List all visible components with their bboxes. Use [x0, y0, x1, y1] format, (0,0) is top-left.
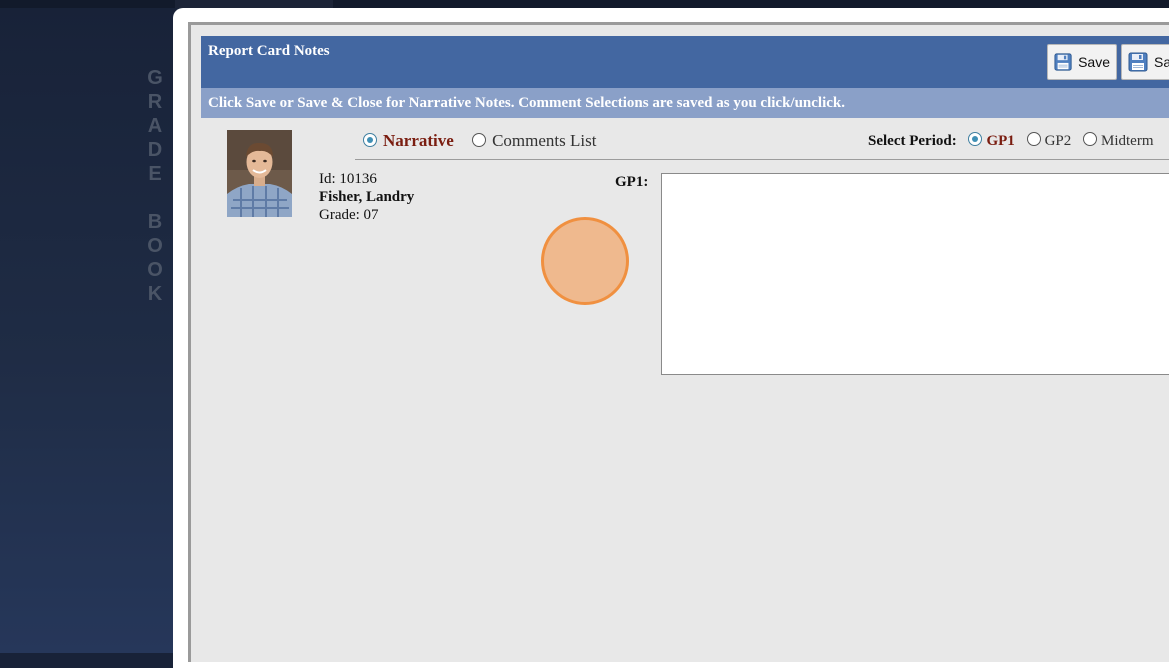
- midterm-radio[interactable]: [1083, 132, 1097, 146]
- select-period-label: Select Period:: [868, 133, 957, 149]
- period-option-gp2[interactable]: GP2: [1026, 132, 1075, 149]
- vertical-letter: K: [147, 283, 163, 305]
- save-close-button-label: Sa: [1154, 54, 1169, 70]
- comments-list-option-label: Comments List: [492, 131, 597, 150]
- period-option-gp1[interactable]: GP1: [968, 132, 1018, 149]
- student-grade: Grade: 07: [319, 207, 379, 223]
- narrative-radio[interactable]: [363, 133, 377, 147]
- floppy-disk-icon: [1054, 53, 1072, 71]
- gp2-option-label: GP2: [1044, 133, 1072, 149]
- narrative-textarea[interactable]: [661, 173, 1169, 375]
- dialog-title: Report Card Notes: [208, 43, 330, 59]
- narrative-field-label: GP1:: [615, 174, 649, 190]
- top-bar: [0, 0, 1169, 8]
- top-tab[interactable]: [175, 0, 333, 8]
- note-mode-selector: Narrative Comments List: [363, 131, 610, 151]
- vertical-letter: D: [147, 139, 163, 161]
- save-button-label: Save: [1078, 54, 1110, 70]
- gp1-radio[interactable]: [968, 132, 983, 146]
- gp1-option-label: GP1: [986, 133, 1015, 149]
- student-photo: [227, 130, 292, 217]
- section-divider: [355, 159, 1169, 160]
- vertical-letter: G: [147, 67, 163, 89]
- vertical-letter: A: [147, 115, 163, 137]
- comments-list-option[interactable]: Comments List: [472, 131, 596, 150]
- student-name: Fisher, Landry: [319, 189, 415, 205]
- save-button[interactable]: Save: [1047, 44, 1117, 80]
- vertical-letter: E: [148, 163, 162, 185]
- gp2-radio[interactable]: [1026, 132, 1041, 146]
- click-indicator: [541, 217, 629, 305]
- instructions-bar: Click Save or Save & Close for Narrative…: [201, 88, 1169, 118]
- comments-list-radio[interactable]: [472, 133, 487, 147]
- student-info: Id: 10136 Fisher, Landry Grade: 07: [319, 170, 414, 224]
- student-photo-icon: [227, 130, 292, 217]
- narrative-option[interactable]: Narrative: [363, 131, 458, 150]
- midterm-option-label: Midterm: [1101, 133, 1154, 149]
- vertical-spacer: [144, 186, 166, 210]
- vertical-letter: R: [147, 91, 163, 113]
- vertical-letter: B: [147, 211, 163, 233]
- floppy-disk-icon: [1128, 52, 1148, 72]
- period-selector: Select Period: GP1 GP2 Midterm: [868, 132, 1162, 150]
- dialog-header: [201, 36, 1169, 88]
- gradebook-vertical-label[interactable]: G R A D E B O O K: [144, 66, 166, 306]
- vertical-letter: O: [147, 235, 163, 257]
- period-option-midterm[interactable]: Midterm: [1083, 132, 1154, 149]
- student-id: Id: 10136: [319, 171, 377, 187]
- save-close-button[interactable]: Sa: [1121, 44, 1169, 80]
- vertical-letter: O: [147, 259, 163, 281]
- narrative-option-label: Narrative: [383, 131, 454, 150]
